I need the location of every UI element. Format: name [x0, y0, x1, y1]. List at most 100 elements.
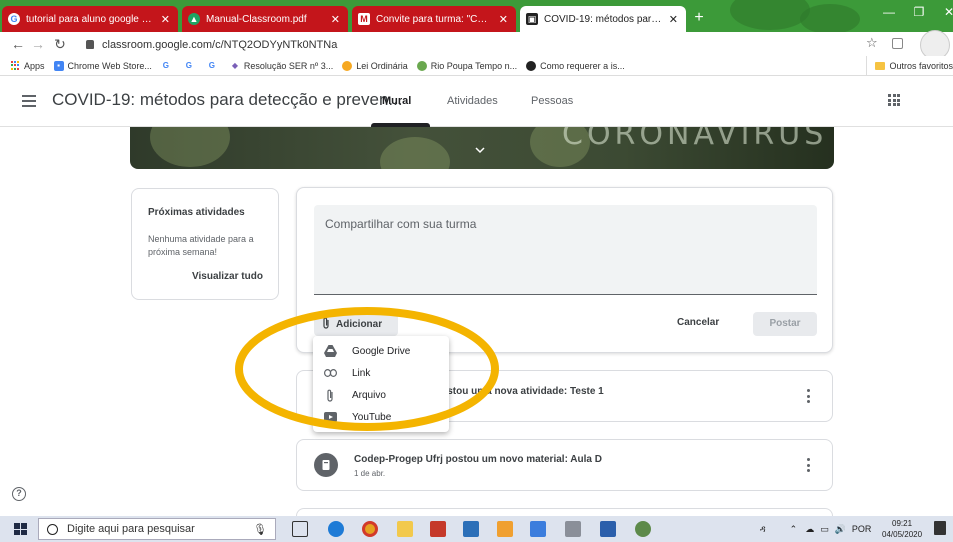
close-icon[interactable]: ✕: [669, 13, 678, 26]
attachment-icon: [323, 388, 337, 402]
star-icon[interactable]: ☆: [866, 35, 878, 51]
tab-atividades[interactable]: Atividades: [447, 95, 498, 107]
material-icon: [314, 453, 338, 477]
restore-icon[interactable]: ❐: [904, 0, 934, 26]
class-banner: CORONAVIRUS: [130, 127, 834, 169]
tab-pessoas[interactable]: Pessoas: [531, 95, 573, 107]
people-icon[interactable]: ዳ: [760, 524, 766, 535]
other-bookmarks[interactable]: Outros favoritos: [866, 56, 953, 76]
bookmark-como-requerer[interactable]: Como requerer a is...: [526, 60, 625, 71]
menu-item-link[interactable]: Link: [313, 362, 449, 384]
minimize-icon[interactable]: —: [874, 0, 904, 26]
chevron-up-icon[interactable]: ⌃: [790, 524, 798, 535]
banner-text: CORONAVIRUS: [562, 127, 828, 152]
more-vert-icon[interactable]: [807, 389, 810, 403]
app-icon[interactable]: [635, 521, 651, 537]
close-icon[interactable]: ✕: [331, 13, 340, 26]
cloud-icon[interactable]: ☁: [805, 524, 814, 535]
tab-tutorial[interactable]: G tutorial para aluno google classr ✕: [2, 6, 178, 32]
menu-item-youtube[interactable]: YouTube: [313, 406, 449, 428]
upcoming-card: Próximas atividades Nenhuma atividade pa…: [131, 188, 279, 300]
bookmark-google-2[interactable]: G: [184, 61, 198, 71]
bookmark-icon: ◆: [231, 61, 238, 70]
notifications-icon[interactable]: [934, 521, 946, 535]
chevron-down-icon[interactable]: [475, 145, 485, 155]
clock[interactable]: 09:21 04/05/2020: [882, 518, 922, 540]
share-card: Compartilhar com sua turma Adicionar Can…: [296, 187, 833, 353]
calculator-icon[interactable]: [565, 521, 581, 537]
close-icon[interactable]: ✕: [161, 13, 170, 26]
close-icon[interactable]: ✕: [499, 13, 508, 26]
bookmark-rio-poupa[interactable]: Rio Poupa Tempo n...: [416, 60, 517, 71]
bookmark-apps[interactable]: Apps: [10, 61, 45, 71]
tab-label: Convite para turma: "COVID-19:: [376, 13, 493, 25]
share-input[interactable]: Compartilhar com sua turma: [314, 205, 817, 295]
classroom-header: COVID-19: métodos para detecção e preven…: [0, 77, 953, 127]
store-icon[interactable]: [463, 521, 479, 537]
drive-icon: ▲: [188, 13, 200, 25]
forward-icon[interactable]: →: [28, 36, 48, 52]
page-title: COVID-19: métodos para detecção e preven…: [52, 90, 403, 109]
webstore-icon: ▪: [53, 60, 64, 71]
attachment-icon: [322, 317, 330, 332]
cancel-button[interactable]: Cancelar: [677, 317, 719, 328]
task-view-icon[interactable]: [292, 521, 308, 537]
bookmark-resolucao[interactable]: ◆ Resolução SER nº 3...: [230, 61, 333, 71]
google-icon: G: [8, 13, 20, 25]
bookmark-label: Lei Ordinária: [356, 60, 408, 71]
more-vert-icon[interactable]: [807, 458, 810, 472]
system-tray: ዳ ⌃ ☁ ▭ 🔊 POR: [760, 516, 871, 542]
app-icon[interactable]: [497, 521, 513, 537]
folder-icon: [875, 62, 886, 70]
google-apps-icon[interactable]: [888, 94, 900, 106]
menu-item-arquivo[interactable]: Arquivo: [313, 384, 449, 406]
add-button-label: Adicionar: [336, 318, 383, 330]
address-bar[interactable]: classroom.google.com/c/NTQ2ODYyNTk0NTNa: [86, 35, 926, 54]
tab-label: tutorial para aluno google classr: [26, 13, 155, 25]
tab-label: COVID-19: métodos para detecç: [544, 13, 663, 25]
menu-item-label: Arquivo: [352, 389, 386, 401]
stream-item[interactable]: Codep-Progep Ufrj postou um novo materia…: [296, 439, 833, 491]
tab-convite[interactable]: M Convite para turma: "COVID-19: ✕: [352, 6, 516, 32]
google-icon: G: [208, 61, 215, 70]
help-icon[interactable]: ?: [12, 487, 26, 501]
file-explorer-icon[interactable]: [397, 521, 413, 537]
extension-icon[interactable]: [892, 38, 903, 49]
stream-item-text: postou uma nova atividade: Teste 1: [435, 386, 604, 397]
tab-manual-pdf[interactable]: ▲ Manual-Classroom.pdf ✕: [182, 6, 348, 32]
tab-label: Manual-Classroom.pdf: [206, 13, 307, 25]
google-icon: G: [162, 61, 169, 70]
language-indicator[interactable]: POR: [852, 524, 872, 534]
back-icon[interactable]: ←: [8, 36, 28, 52]
add-button[interactable]: Adicionar: [314, 312, 398, 336]
virus-decoration: [380, 137, 450, 169]
close-window-icon[interactable]: ✕: [934, 0, 953, 26]
bookmark-google-3[interactable]: G: [207, 61, 221, 71]
menu-item-google-drive[interactable]: Google Drive: [313, 340, 449, 362]
share-placeholder: Compartilhar com sua turma: [325, 217, 477, 231]
add-menu: Google Drive Link Arquivo YouTube: [313, 336, 449, 432]
view-all-link[interactable]: Visualizar tudo: [192, 271, 263, 282]
windows-start-icon[interactable]: [14, 523, 27, 535]
hamburger-menu-icon[interactable]: [22, 95, 36, 107]
bookmark-label: Apps: [24, 60, 45, 71]
bookmark-lei[interactable]: Lei Ordinária: [342, 60, 408, 71]
new-tab-button[interactable]: +: [688, 9, 710, 29]
app-icon[interactable]: [430, 521, 446, 537]
taskbar-search[interactable]: Digite aqui para pesquisar 🎙: [38, 518, 276, 540]
tab-mural[interactable]: Mural: [382, 95, 411, 107]
reload-icon[interactable]: ↻: [50, 36, 70, 53]
menu-item-label: Google Drive: [352, 345, 411, 357]
app-icon[interactable]: [530, 521, 546, 537]
app-icon[interactable]: [600, 521, 616, 537]
tab-covid-classroom[interactable]: ▣ COVID-19: métodos para detecç ✕: [520, 6, 686, 32]
network-icon[interactable]: ▭: [820, 524, 829, 535]
post-button[interactable]: Postar: [753, 312, 817, 336]
bookmark-webstore[interactable]: ▪ Chrome Web Store...: [53, 60, 152, 71]
edge-icon[interactable]: [328, 521, 344, 537]
chrome-icon[interactable]: [362, 521, 378, 537]
bookmark-label: Como requerer a is...: [540, 60, 625, 71]
bookmark-google-1[interactable]: G: [161, 61, 175, 71]
volume-icon[interactable]: 🔊: [835, 524, 846, 535]
microphone-icon[interactable]: 🎙: [253, 523, 267, 536]
